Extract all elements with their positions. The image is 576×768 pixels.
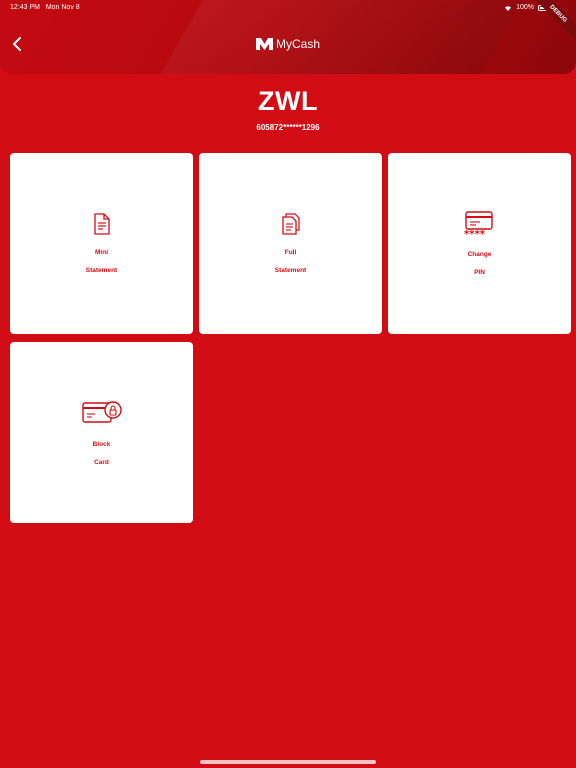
change-pin-tile[interactable]: **** Change PIN: [388, 153, 571, 334]
tile-label-line2: Statement: [85, 266, 118, 274]
card-number: 605872******1296: [256, 123, 320, 132]
battery-percent: 100%: [516, 4, 534, 11]
block-card-tile[interactable]: Block Card: [10, 342, 193, 523]
status-date: Mon Nov 8: [45, 4, 80, 11]
tile-label-line2: Statement: [274, 266, 307, 274]
status-time-date: 12:43 PM Mon Nov 8: [10, 3, 80, 13]
home-indicator[interactable]: [200, 760, 376, 764]
account-currency: ZWL: [258, 86, 318, 116]
svg-text:****: ****: [464, 229, 486, 237]
full-statement-tile[interactable]: Full Statement: [199, 153, 382, 334]
tile-label: Full Statement: [275, 239, 306, 275]
documents-stack-icon: [281, 212, 300, 235]
app-header: 12:43 PM Mon Nov 8 100% DEBUG MyCash: [0, 0, 576, 74]
tile-label-line2: PIN: [474, 268, 485, 276]
status-time: 12:43 PM: [10, 4, 40, 11]
mycash-logo-icon: [255, 38, 273, 50]
card-pin-icon: ****: [464, 210, 493, 237]
brand: MyCash: [0, 36, 576, 52]
tile-label-line1: Block: [92, 440, 111, 448]
tile-label-line1: Change: [467, 250, 492, 258]
tile-label: Change PIN: [468, 241, 492, 277]
document-icon: [93, 212, 110, 235]
wifi-icon: [505, 6, 512, 11]
status-bar: 12:43 PM Mon Nov 8 100%: [0, 3, 576, 13]
tile-label-line1: Full: [284, 248, 297, 256]
tile-label-line1: Mini: [95, 248, 108, 256]
tile-label: Mini Statement: [86, 239, 117, 275]
brand-name: MyCash: [275, 37, 320, 51]
tile-label: Block Card: [93, 431, 111, 467]
tile-label-line2: Card: [94, 458, 109, 466]
card-services-screen: 12:43 PM Mon Nov 8 100% DEBUG MyCash ZWL…: [0, 0, 576, 768]
mini-statement-tile[interactable]: Mini Statement: [10, 153, 193, 334]
card-lock-icon: [81, 400, 122, 423]
